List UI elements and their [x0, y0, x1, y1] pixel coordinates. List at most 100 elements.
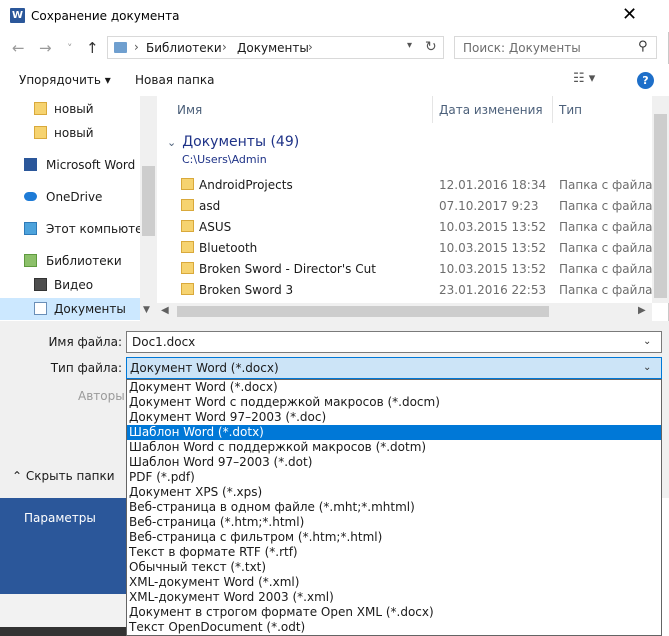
organize-button[interactable]: Упорядочить ▾ [19, 73, 111, 87]
sidebar-item-onedrive[interactable]: OneDrive [0, 186, 140, 208]
group-path: C:\Users\Admin [182, 153, 267, 166]
recent-locations-button[interactable]: ˅ [67, 42, 73, 55]
filename-field[interactable]: Doc1.docx ⌄ [126, 331, 662, 353]
breadcrumb-separator[interactable]: › [134, 40, 139, 54]
sidebar-item-this-pc[interactable]: Этот компьютер [0, 218, 150, 240]
file-name: asd [199, 199, 221, 213]
file-date: 07.10.2017 9:23 [439, 199, 539, 213]
breadcrumb-separator[interactable]: › [222, 40, 227, 54]
file-row[interactable]: AndroidProjects 12.01.2016 18:34 Папка с ф… [157, 174, 652, 195]
file-name: ASUS [199, 220, 232, 234]
sidebar-item-libraries[interactable]: Библиотеки [0, 250, 140, 272]
filetype-option[interactable]: Текст OpenDocument (*.odt) [127, 620, 661, 635]
breadcrumb-libraries[interactable]: Библиотеки [146, 41, 222, 55]
scrollbar-thumb[interactable] [654, 114, 667, 298]
refresh-icon[interactable]: ↻ [425, 39, 437, 55]
scroll-down-icon[interactable]: ▼ [143, 305, 150, 315]
file-date: 12.01.2016 18:34 [439, 178, 547, 192]
view-options-icon[interactable]: ☷ ▾ [573, 71, 595, 86]
sidebar-item-word[interactable]: Microsoft Word [0, 154, 140, 176]
navigation-scrollbar[interactable]: ▼ [140, 96, 157, 321]
file-row[interactable]: Bluetooth 10.03.2015 13:52 Папка с файлами [157, 237, 652, 258]
filetype-option-label: XML-документ Word (*.xml) [129, 575, 300, 589]
word-app-icon: W [10, 8, 25, 23]
help-icon[interactable]: ? [637, 72, 654, 89]
address-dropdown-icon[interactable]: ▾ [407, 40, 412, 51]
scrollbar-thumb[interactable] [177, 306, 549, 317]
back-button[interactable]: ← [12, 39, 25, 57]
filetype-option[interactable]: Шаблон Word 97–2003 (*.dot) [127, 455, 661, 470]
filetype-select[interactable]: Документ Word (*.docx) ⌄ [126, 357, 662, 379]
filename-label: Имя файла: [48, 335, 122, 349]
column-header-date[interactable]: Дата изменения [433, 96, 553, 123]
new-folder-button[interactable]: Новая папка [135, 73, 214, 87]
close-icon[interactable]: ✕ [622, 4, 637, 25]
filetype-option[interactable]: Документ Word (*.docx) [127, 380, 661, 395]
file-type: Папка с файлами [559, 241, 652, 255]
filetype-option[interactable]: Документ в строгом формате Open XML (*.d… [127, 605, 661, 620]
filetype-option[interactable]: PDF (*.pdf) [127, 470, 661, 485]
filetype-option[interactable]: Документ Word с поддержкой макросов (*.d… [127, 395, 661, 410]
file-row[interactable]: Broken Sword - Director's Cut 10.03.2015 … [157, 258, 652, 279]
file-row[interactable]: ASUS 10.03.2015 13:52 Папка с файлами [157, 216, 652, 237]
library-icon [114, 42, 127, 53]
chevron-down-icon[interactable]: ⌄ [167, 136, 176, 149]
computer-icon [24, 222, 37, 235]
sidebar-item-label: Этот компьютер [46, 222, 151, 236]
file-type: Папка с файлами [559, 262, 652, 276]
search-box[interactable]: Поиск: Документы ⚲ [454, 36, 657, 59]
folder-icon [34, 126, 47, 139]
filetype-option[interactable]: Текст в формате RTF (*.rtf) [127, 545, 661, 560]
chevron-down-icon[interactable]: ⌄ [643, 336, 651, 347]
filetype-option[interactable]: Документ XPS (*.xps) [127, 485, 661, 500]
file-list-horizontal-scrollbar[interactable]: ◀ ▶ [157, 303, 652, 321]
filetype-option[interactable]: Шаблон Word с поддержкой макросов (*.dot… [127, 440, 661, 455]
forward-button[interactable]: → [39, 39, 52, 57]
column-header-type[interactable]: Тип [553, 96, 652, 123]
filetype-option[interactable]: Веб-страница в одном файле (*.mht;*.mhtm… [127, 500, 661, 515]
filetype-option[interactable]: XML-документ Word 2003 (*.xml) [127, 590, 661, 605]
scroll-left-icon[interactable]: ◀ [161, 305, 169, 316]
scrollbar-thumb[interactable] [142, 166, 155, 236]
hide-folders-button[interactable]: ⌃ Скрыть папки [12, 469, 115, 483]
authors-label: Авторы: [78, 389, 129, 403]
filetype-option-label: Документ Word 97–2003 (*.doc) [129, 410, 327, 424]
folder-icon [181, 220, 194, 232]
address-bar[interactable]: › Библиотеки › Документы › ▾ ↻ [107, 36, 444, 59]
group-header[interactable]: ⌄ Документы (49) [167, 134, 299, 150]
chevron-down-icon[interactable]: ⌄ [643, 362, 651, 373]
sidebar-item-folder-1[interactable]: новый [0, 98, 140, 120]
document-icon [34, 302, 47, 315]
filetype-value[interactable]: Документ Word (*.docx) [130, 361, 279, 375]
search-placeholder[interactable]: Поиск: Документы [463, 41, 581, 55]
up-button[interactable]: ↑ [86, 39, 99, 57]
filetype-dropdown-list[interactable]: Документ Word (*.docx) Документ Word с по… [126, 379, 662, 636]
search-icon[interactable]: ⚲ [638, 39, 648, 54]
file-row[interactable]: asd 07.10.2017 9:23 Папка с файлами [157, 195, 652, 216]
breadcrumb-documents[interactable]: Документы [237, 41, 309, 55]
library-icon [24, 254, 37, 267]
filename-value[interactable]: Doc1.docx [132, 335, 195, 349]
sidebar-item-video[interactable]: Видео [0, 274, 140, 296]
filetype-option[interactable]: Шаблон Word (*.dotx) [127, 425, 661, 440]
sidebar-item-documents[interactable]: Документы [0, 298, 140, 320]
sidebar-item-folder-2[interactable]: новый [0, 122, 140, 144]
scroll-right-icon[interactable]: ▶ [638, 305, 646, 316]
filetype-option[interactable]: Обычный текст (*.txt) [127, 560, 661, 575]
filetype-option[interactable]: Документ Word 97–2003 (*.doc) [127, 410, 661, 425]
file-type: Папка с файлами [559, 283, 652, 297]
filetype-option[interactable]: Веб-страница (*.htm;*.html) [127, 515, 661, 530]
file-list-vertical-scrollbar[interactable] [652, 96, 669, 303]
column-header-name[interactable]: Имя [157, 96, 433, 123]
filetype-option[interactable]: Веб-страница с фильтром (*.htm;*.html) [127, 530, 661, 545]
breadcrumb-separator[interactable]: › [308, 40, 313, 54]
filetype-option-label: Документ Word с поддержкой макросов (*.d… [129, 395, 440, 409]
filetype-option[interactable]: XML-документ Word (*.xml) [127, 575, 661, 590]
hide-folders-label: Скрыть папки [25, 469, 115, 483]
taskbar-area [0, 594, 127, 636]
file-list: Имя Дата изменения Тип ⌄ Документы (49) C… [157, 96, 652, 321]
backstage-params-item[interactable]: Параметры [24, 511, 96, 525]
file-row[interactable]: Broken Sword 3 23.01.2016 22:53 Папка с фа… [157, 279, 652, 300]
sidebar-item-label: OneDrive [46, 190, 103, 204]
folder-icon [181, 178, 194, 190]
